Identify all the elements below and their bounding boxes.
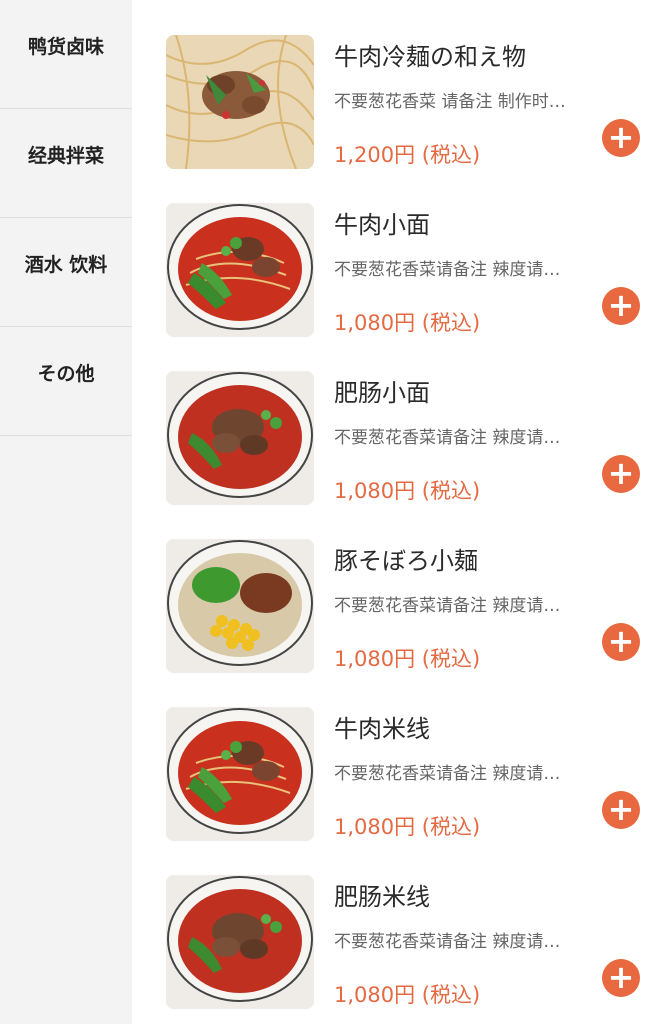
item-name: 肥肠米线	[334, 883, 430, 911]
item-price: 1,080円 (税込)	[334, 647, 481, 671]
plus-icon: +	[607, 454, 635, 492]
item-description: 不要葱花香菜请备注 辣度请…	[334, 260, 561, 280]
food-photo	[166, 707, 314, 841]
add-to-cart-button[interactable]: +	[602, 287, 640, 325]
add-to-cart-button[interactable]: +	[602, 623, 640, 661]
menu-item[interactable]: 牛肉小面 不要葱花香菜请备注 辣度请… 1,080円 (税込) +	[166, 203, 646, 338]
item-description: 不要葱花香菜请备注 辣度请…	[334, 764, 561, 784]
plus-icon: +	[607, 622, 635, 660]
sidebar-item-others[interactable]: その他	[0, 327, 132, 436]
item-name: 牛肉米线	[334, 715, 430, 743]
menu-item[interactable]: 肥肠米线 不要葱花香菜请备注 辣度请… 1,080円 (税込) +	[166, 875, 646, 1010]
item-description: 不要葱花香菜 请备注 制作时…	[334, 92, 566, 112]
food-photo	[166, 371, 314, 505]
sidebar-item-duck[interactable]: 鸭货卤味	[0, 0, 132, 109]
item-price: 1,200円 (税込)	[334, 143, 481, 167]
item-name: 牛肉冷麺の和え物	[334, 43, 526, 71]
plus-icon: +	[607, 958, 635, 996]
sidebar-item-salads[interactable]: 经典拌菜	[0, 109, 132, 218]
item-description: 不要葱花香菜请备注 辣度请…	[334, 596, 561, 616]
plus-icon: +	[607, 286, 635, 324]
food-photo	[166, 875, 314, 1009]
menu-item[interactable]: 肥肠小面 不要葱花香菜请备注 辣度请… 1,080円 (税込) +	[166, 371, 646, 506]
add-to-cart-button[interactable]: +	[602, 791, 640, 829]
sidebar-item-drinks[interactable]: 酒水 饮料	[0, 218, 132, 327]
menu-list: 牛肉冷麺の和え物 不要葱花香菜 请备注 制作时… 1,200円 (税込) + 牛…	[132, 0, 646, 1024]
plus-icon: +	[607, 790, 635, 828]
add-to-cart-button[interactable]: +	[602, 959, 640, 997]
item-name: 牛肉小面	[334, 211, 430, 239]
item-price: 1,080円 (税込)	[334, 815, 481, 839]
add-to-cart-button[interactable]: +	[602, 455, 640, 493]
item-description: 不要葱花香菜请备注 辣度请…	[334, 932, 561, 952]
plus-icon: +	[607, 118, 635, 156]
food-photo	[166, 35, 314, 169]
item-price: 1,080円 (税込)	[334, 311, 481, 335]
item-name: 豚そぼろ小麺	[334, 547, 478, 575]
food-photo	[166, 203, 314, 337]
category-sidebar: 鸭货卤味 经典拌菜 酒水 饮料 その他	[0, 0, 132, 1024]
food-photo	[166, 539, 314, 673]
item-price: 1,080円 (税込)	[334, 479, 481, 503]
item-price: 1,080円 (税込)	[334, 983, 481, 1007]
menu-item[interactable]: 牛肉米线 不要葱花香菜请备注 辣度请… 1,080円 (税込) +	[166, 707, 646, 842]
item-description: 不要葱花香菜请备注 辣度请…	[334, 428, 561, 448]
menu-item[interactable]: 牛肉冷麺の和え物 不要葱花香菜 请备注 制作时… 1,200円 (税込) +	[166, 35, 646, 170]
add-to-cart-button[interactable]: +	[602, 119, 640, 157]
menu-item[interactable]: 豚そぼろ小麺 不要葱花香菜请备注 辣度请… 1,080円 (税込) +	[166, 539, 646, 674]
item-name: 肥肠小面	[334, 379, 430, 407]
